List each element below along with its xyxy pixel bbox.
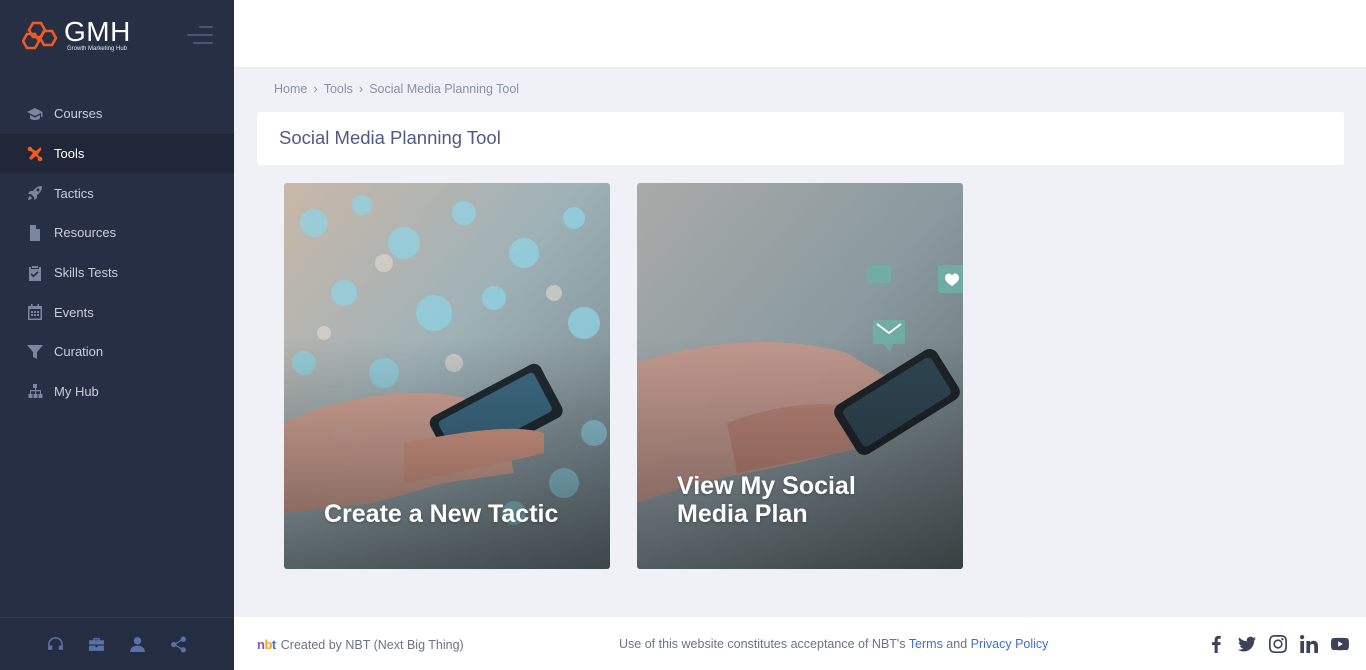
document-icon (26, 224, 44, 242)
sidebar-footer (0, 617, 234, 670)
sidebar-item-tools[interactable]: Tools (0, 133, 234, 174)
breadcrumb-current: Social Media Planning Tool (369, 81, 520, 96)
sidebar-item-resources[interactable]: Resources (0, 213, 234, 253)
page-title-card: Social Media Planning Tool (257, 112, 1344, 165)
sidebar-item-events[interactable]: Events (0, 292, 234, 332)
brand-logo[interactable]: GMH Growth Marketing Hub (22, 15, 131, 55)
sidebar: GMH Growth Marketing Hub Courses Tools T… (0, 0, 234, 670)
sidebar-item-label: Tools (54, 146, 85, 162)
sidebar-nav: Courses Tools Tactics Resources Skills T… (0, 94, 234, 412)
filter-icon (26, 343, 44, 361)
sidebar-item-label: Events (54, 304, 94, 320)
sitemap-icon (26, 383, 44, 401)
sidebar-item-label: My Hub (54, 384, 99, 400)
sidebar-item-courses[interactable]: Courses (0, 94, 234, 134)
brand-subtitle: Growth Marketing Hub (67, 45, 128, 52)
breadcrumb-tools[interactable]: Tools (324, 82, 353, 96)
youtube-icon[interactable] (1330, 634, 1350, 654)
rocket-icon (26, 184, 44, 202)
share-icon[interactable] (169, 635, 188, 654)
headset-icon[interactable] (46, 635, 65, 654)
instagram-icon[interactable] (1268, 634, 1288, 654)
facebook-icon[interactable] (1206, 634, 1226, 654)
card-label: Create a New Tactic (324, 500, 559, 528)
sidebar-item-my-hub[interactable]: My Hub (0, 372, 234, 412)
brand-name: GMH (64, 15, 131, 47)
graduation-cap-icon (26, 105, 44, 123)
breadcrumb: Home › Tools › Social Media Planning Too… (274, 81, 519, 96)
page-title: Social Media Planning Tool (279, 127, 501, 148)
menu-toggle-icon[interactable] (186, 24, 213, 46)
sidebar-item-label: Resources (54, 225, 117, 241)
terms-link[interactable]: Terms (909, 637, 943, 651)
tools-icon (26, 145, 44, 163)
sidebar-item-tactics[interactable]: Tactics (0, 173, 234, 213)
calendar-icon (26, 303, 44, 321)
hexagon-logo-icon (22, 21, 58, 50)
card-label: View My Social Media Plan (677, 472, 856, 528)
chevron-right-icon: › (358, 81, 364, 96)
sidebar-item-skills-tests[interactable]: Skills Tests (0, 253, 234, 293)
privacy-link[interactable]: Privacy Policy (971, 637, 1049, 651)
view-plan-card[interactable]: View My Social Media Plan (637, 183, 963, 569)
sidebar-item-label: Curation (54, 344, 104, 360)
footer: nbt Created by NBT (Next Big Thing) Use … (234, 617, 1366, 670)
user-icon[interactable] (128, 635, 147, 654)
clipboard-check-icon (26, 264, 44, 282)
sidebar-item-label: Tactics (54, 185, 94, 201)
sidebar-item-label: Skills Tests (54, 265, 119, 281)
twitter-icon[interactable] (1237, 634, 1257, 654)
footer-credit: nbt Created by NBT (Next Big Thing) (257, 637, 464, 652)
social-links (1206, 634, 1350, 654)
nbt-logo[interactable]: nbt (257, 637, 276, 652)
top-bar (234, 0, 1366, 67)
briefcase-icon[interactable] (87, 635, 106, 654)
create-tactic-card[interactable]: Create a New Tactic (284, 183, 610, 569)
legal-text: Use of this website constitutes acceptan… (619, 637, 909, 651)
chevron-right-icon: › (313, 81, 318, 96)
breadcrumb-home[interactable]: Home (274, 82, 307, 96)
created-by-text: Created by NBT (Next Big Thing) (280, 637, 464, 652)
footer-legal: Use of this website constitutes acceptan… (619, 637, 1048, 651)
linkedin-icon[interactable] (1299, 634, 1319, 654)
legal-and: and (942, 637, 971, 651)
sidebar-item-label: Courses (54, 106, 103, 122)
sidebar-item-curation[interactable]: Curation (0, 332, 234, 372)
